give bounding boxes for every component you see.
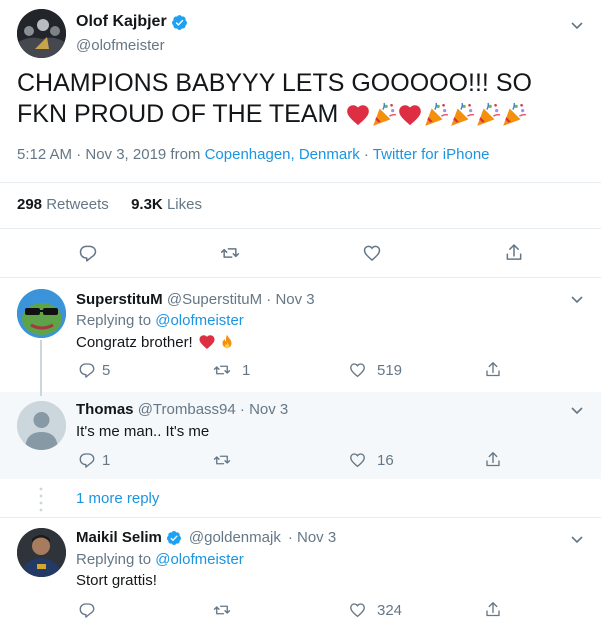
verified-badge-icon bbox=[166, 530, 181, 545]
avatar-image bbox=[17, 289, 66, 338]
chevron-down-icon[interactable] bbox=[569, 17, 585, 33]
chevron-down-icon[interactable] bbox=[569, 531, 585, 547]
replying-to-handle[interactable]: @olofmeister bbox=[155, 551, 244, 568]
reply-icon bbox=[79, 453, 95, 468]
thread-line bbox=[40, 390, 42, 396]
retweet-icon[interactable] bbox=[212, 451, 232, 469]
chevron-down-icon[interactable] bbox=[569, 402, 585, 418]
party-popper-emoji-icon bbox=[373, 103, 397, 127]
tweet-timestamp[interactable]: 5:12 AM · Nov 3, 2019 from bbox=[17, 146, 200, 163]
reply-author-handle[interactable]: @Trombass94 bbox=[138, 401, 236, 418]
fire-emoji-icon bbox=[222, 334, 232, 349]
default-profile-icon bbox=[17, 401, 66, 450]
like-count: 16 bbox=[377, 451, 394, 469]
like-button[interactable]: 16 bbox=[348, 451, 394, 469]
like-icon bbox=[350, 453, 365, 468]
like-button[interactable]: 519 bbox=[348, 361, 402, 379]
share-icon[interactable] bbox=[484, 360, 502, 379]
retweet-icon bbox=[213, 365, 231, 375]
retweet-count: 1 bbox=[242, 361, 251, 379]
more-replies-link[interactable]: 1 more reply bbox=[76, 490, 159, 507]
reply-icon bbox=[79, 363, 95, 378]
heart-emoji-icon bbox=[199, 335, 215, 349]
party-popper-emoji-icon bbox=[451, 103, 475, 127]
reply-count: 5 bbox=[102, 361, 111, 379]
verified-badge-icon bbox=[171, 14, 187, 30]
share-icon[interactable] bbox=[484, 450, 502, 469]
tweet-source[interactable]: Twitter for iPhone bbox=[373, 146, 490, 163]
thread-line bbox=[40, 340, 42, 395]
reply-author-name[interactable]: Maikil Selim bbox=[76, 529, 162, 546]
avatar[interactable] bbox=[17, 289, 66, 338]
separator-dot: · bbox=[363, 146, 369, 163]
reply-header: Thomas @Trombass94 · Nov 3 bbox=[76, 401, 288, 418]
divider bbox=[0, 277, 601, 278]
reply-author-handle[interactable]: @SuperstituM bbox=[167, 291, 262, 308]
tweet-metadata: 5:12 AM · Nov 3, 2019 from Copenhagen, D… bbox=[17, 146, 490, 163]
reply-text: Stort grattis! bbox=[76, 572, 157, 589]
tweet-text: CHAMPIONS BABYYY LETS GOOOOO!!! SO FKN P… bbox=[17, 69, 532, 128]
like-count: 519 bbox=[377, 361, 403, 379]
retweet-icon[interactable] bbox=[219, 243, 241, 263]
share-icon[interactable] bbox=[504, 242, 524, 263]
replying-to: Replying to @olofmeister bbox=[76, 312, 244, 329]
heart-emoji-icon bbox=[347, 105, 370, 126]
retweets-count: 298 bbox=[17, 196, 43, 213]
like-button[interactable]: 324 bbox=[348, 601, 402, 619]
thread-dots bbox=[39, 487, 43, 512]
retweets-label: Retweets bbox=[46, 196, 109, 213]
reply-author-name[interactable]: SuperstituM bbox=[76, 291, 163, 308]
avatar-image bbox=[17, 9, 66, 58]
reply-button[interactable]: 5 bbox=[78, 361, 110, 379]
reply-tweet[interactable]: Thomas @Trombass94 · Nov 3 It's me man..… bbox=[0, 390, 601, 479]
tweet-stats: 298 Retweets 9.3K Likes bbox=[17, 196, 202, 213]
like-icon bbox=[350, 363, 365, 378]
like-count: 324 bbox=[377, 601, 403, 619]
reply-author-handle[interactable]: @goldenmajk bbox=[189, 529, 281, 546]
likes-stat[interactable]: 9.3K Likes bbox=[131, 196, 202, 213]
chevron-down-icon[interactable] bbox=[569, 291, 585, 307]
like-icon[interactable] bbox=[361, 243, 383, 263]
party-popper-emoji-icon bbox=[477, 103, 501, 127]
author-name[interactable]: Olof Kajbjer bbox=[76, 13, 167, 31]
reply-icon[interactable] bbox=[78, 243, 98, 263]
avatar[interactable] bbox=[17, 9, 66, 58]
party-popper-emoji-icon bbox=[425, 103, 449, 127]
reply-text: It's me man.. It's me bbox=[76, 423, 210, 440]
reply-header: SuperstituM @SuperstituM · Nov 3 bbox=[76, 291, 315, 308]
divider bbox=[0, 517, 601, 518]
divider bbox=[0, 228, 601, 229]
reply-text: Congratz brother! bbox=[76, 333, 236, 351]
share-icon[interactable] bbox=[484, 600, 502, 619]
reply-button[interactable]: 1 bbox=[78, 451, 110, 469]
retweet-button[interactable]: 1 bbox=[212, 361, 250, 379]
reply-icon[interactable] bbox=[78, 601, 96, 619]
avatar[interactable] bbox=[17, 401, 66, 450]
party-popper-emoji-icon bbox=[503, 103, 527, 127]
reply-header: Maikil Selim @goldenmajk · Nov 3 bbox=[76, 529, 336, 546]
avatar[interactable] bbox=[17, 528, 66, 577]
reply-date[interactable]: · Nov 3 bbox=[288, 529, 336, 546]
retweet-icon[interactable] bbox=[212, 601, 232, 619]
reply-date[interactable]: · Nov 3 bbox=[240, 401, 288, 418]
avatar-image bbox=[17, 528, 66, 577]
reply-author-name[interactable]: Thomas bbox=[76, 401, 134, 418]
author-handle[interactable]: @olofmeister bbox=[76, 37, 165, 54]
reply-date[interactable]: · Nov 3 bbox=[266, 291, 314, 308]
replying-to: Replying to @olofmeister bbox=[76, 551, 244, 568]
retweets-stat[interactable]: 298 Retweets bbox=[17, 196, 113, 213]
like-icon bbox=[350, 603, 365, 618]
tweet-location[interactable]: Copenhagen, Denmark bbox=[205, 146, 360, 163]
replying-to-handle[interactable]: @olofmeister bbox=[155, 312, 244, 329]
reply-count: 1 bbox=[102, 451, 111, 469]
likes-count: 9.3K bbox=[131, 196, 163, 213]
heart-emoji-icon bbox=[399, 105, 422, 126]
divider bbox=[0, 182, 601, 183]
likes-label: Likes bbox=[166, 196, 202, 213]
